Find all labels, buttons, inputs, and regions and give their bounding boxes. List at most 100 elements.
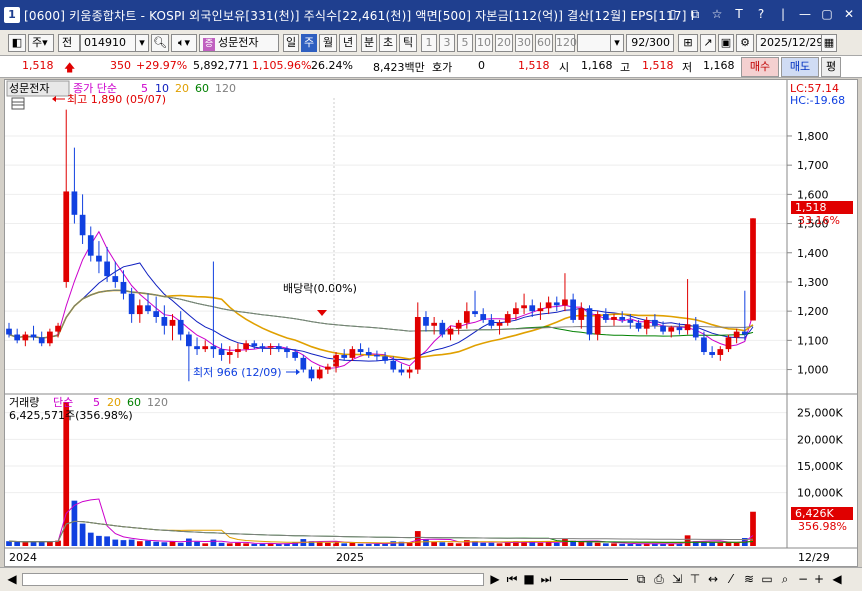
- candle-body: [488, 319, 495, 326]
- table-view-icon[interactable]: [11, 97, 25, 110]
- interval-30[interactable]: 30: [515, 34, 533, 52]
- tab-monthly[interactable]: 월: [319, 34, 337, 52]
- volume-bar: [619, 543, 626, 546]
- maximize-icon[interactable]: ▢: [820, 6, 834, 22]
- print-icon[interactable]: ⎙: [652, 571, 666, 588]
- candle-body: [635, 322, 642, 329]
- interval-1[interactable]: 1: [421, 34, 437, 52]
- candle-body: [47, 331, 53, 344]
- custom-interval-input[interactable]: [577, 34, 611, 52]
- help-icon[interactable]: ?: [754, 6, 768, 22]
- tab-weekly[interactable]: 주: [301, 34, 317, 52]
- candle-body: [652, 319, 658, 326]
- period-select[interactable]: 주▾: [28, 34, 54, 52]
- search-zoom-icon[interactable]: ⌕: [778, 571, 792, 588]
- ruler-icon[interactable]: ⊤: [688, 571, 702, 588]
- crosshair-icon[interactable]: ⊞: [678, 34, 698, 52]
- volume-tick-label: 10,000K: [797, 487, 843, 500]
- draw-tool-icon[interactable]: ↗: [700, 34, 716, 52]
- favorite-icon[interactable]: ☆: [710, 6, 724, 22]
- jump-start-button[interactable]: ⏮: [504, 571, 520, 588]
- measure-icon[interactable]: ↔: [706, 571, 720, 588]
- interval-10[interactable]: 10: [475, 34, 493, 52]
- candle-body: [741, 331, 748, 335]
- volume-bar: [439, 542, 446, 546]
- stop-button[interactable]: ■: [522, 571, 536, 588]
- candle-body: [112, 276, 119, 282]
- search-icon[interactable]: 🔍︎: [151, 34, 169, 52]
- interval-20[interactable]: 20: [495, 34, 513, 52]
- interval-3[interactable]: 3: [439, 34, 455, 52]
- text-icon[interactable]: T: [732, 6, 746, 22]
- volume-bar: [455, 543, 462, 546]
- collapse-panel-button[interactable]: ◀: [830, 571, 844, 588]
- chart-axes: 1,0001,1001,2001,3001,4001,5001,6001,700…: [786, 80, 843, 548]
- candle-body: [521, 305, 527, 309]
- tab-second[interactable]: 초: [379, 34, 397, 52]
- chart-area[interactable]: 1,000 1,100 1,200 1,300 1,400 1,500 1,600 1,700…: [4, 79, 858, 567]
- candle-body: [284, 349, 290, 353]
- screen-icon[interactable]: ▭: [760, 571, 774, 588]
- volume-bar: [611, 543, 617, 546]
- stock-code-input[interactable]: 014910: [80, 34, 136, 52]
- volume-bar: [545, 542, 552, 546]
- market-all-button[interactable]: 전: [58, 34, 80, 52]
- candle-body: [243, 343, 249, 350]
- candle-body: [513, 308, 519, 315]
- copy-icon[interactable]: ⧉: [634, 571, 648, 588]
- tab-tick[interactable]: 틱: [399, 34, 417, 52]
- volume-legend-ma60: 60: [127, 396, 141, 409]
- buy-button[interactable]: 매수: [741, 57, 779, 77]
- tab-yearly[interactable]: 년: [339, 34, 357, 52]
- export-icon[interactable]: ⇲: [670, 571, 684, 588]
- save-icon[interactable]: ▣: [718, 34, 734, 52]
- fib-icon[interactable]: ≋: [742, 571, 756, 588]
- trend-icon[interactable]: ⁄: [724, 571, 738, 588]
- volume-bar: [218, 542, 225, 546]
- zoom-in-button[interactable]: +: [812, 571, 826, 588]
- layout-toggle-icon[interactable]: ◧: [8, 34, 26, 52]
- chart-canvas[interactable]: 1,0001,1001,2001,3001,4001,5001,6001,700…: [5, 80, 857, 566]
- candle-body: [529, 305, 536, 312]
- candle-body: [218, 349, 225, 355]
- interval-120[interactable]: 120: [555, 34, 577, 52]
- candle-body: [676, 327, 683, 331]
- tab-minute[interactable]: 분: [361, 34, 377, 52]
- calendar-icon[interactable]: ▦: [821, 34, 837, 52]
- tab-daily[interactable]: 일: [283, 34, 299, 52]
- volume-bar: [709, 542, 715, 546]
- volume-bar: [529, 542, 536, 546]
- interval-5[interactable]: 5: [457, 34, 473, 52]
- candle-body: [79, 214, 86, 236]
- avg-button[interactable]: 평: [821, 57, 841, 77]
- candle-body: [537, 308, 544, 312]
- scroll-right-button[interactable]: ▶: [488, 571, 502, 588]
- zoom-ruler[interactable]: [560, 579, 628, 580]
- layout-icon[interactable]: ▯: [666, 6, 680, 22]
- scroll-track[interactable]: [22, 573, 484, 586]
- candle-body: [594, 314, 601, 335]
- gear-icon[interactable]: ⚙: [736, 34, 754, 52]
- candle-body: [725, 337, 732, 350]
- ma-line-60: [8, 289, 754, 339]
- code-dropdown-icon[interactable]: ▾: [135, 34, 149, 52]
- date-input[interactable]: 2025/12/29: [756, 34, 823, 52]
- interval-60[interactable]: 60: [535, 34, 553, 52]
- price-tick-label: 1,700: [797, 159, 829, 172]
- zoom-out-button[interactable]: −: [796, 571, 810, 588]
- scroll-left-button[interactable]: ◀: [4, 571, 20, 588]
- minimize-icon[interactable]: —: [798, 6, 812, 22]
- copy-window-icon[interactable]: ⧉: [688, 6, 702, 22]
- jump-end-button[interactable]: ⏭: [538, 571, 554, 588]
- sell-button[interactable]: 매도: [781, 57, 819, 77]
- stock-name-field[interactable]: 증 성문전자: [199, 34, 279, 52]
- close-icon[interactable]: ✕: [842, 6, 856, 22]
- speaker-icon[interactable]: 🔈︎▾: [171, 34, 197, 52]
- candle-body: [357, 349, 364, 353]
- candle-body: [6, 328, 12, 335]
- interval-dropdown-icon[interactable]: ▾: [610, 34, 624, 52]
- volume-bar: [463, 540, 470, 546]
- bar-count-field[interactable]: 92/300: [626, 34, 674, 52]
- candle-body: [226, 352, 233, 355]
- candle-body: [692, 324, 699, 338]
